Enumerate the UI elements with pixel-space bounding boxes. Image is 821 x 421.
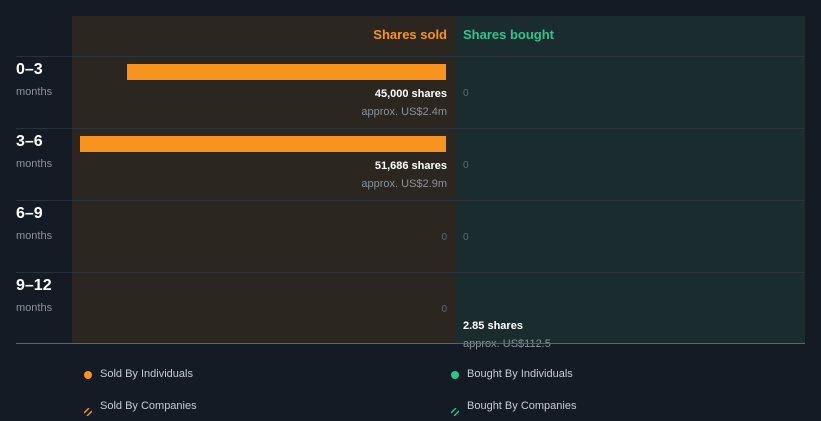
sold-zero-value: 0 bbox=[441, 304, 447, 315]
legend-dot-icon bbox=[451, 371, 459, 379]
legend-label: Bought By Individuals bbox=[467, 368, 573, 380]
period-label: 9–12 bbox=[16, 277, 52, 294]
shares-bought-header: Shares bought bbox=[463, 27, 555, 42]
period-unit: months bbox=[16, 158, 53, 170]
period-label: 3–6 bbox=[16, 133, 43, 150]
sold-bar bbox=[80, 136, 446, 152]
sold-bar bbox=[127, 64, 446, 80]
row-divider bbox=[16, 56, 805, 57]
period-label: 6–9 bbox=[16, 205, 43, 222]
bought-zero-value: 0 bbox=[463, 232, 469, 243]
bought-zero-value: 0 bbox=[463, 88, 469, 99]
row-divider bbox=[16, 272, 805, 273]
legend-label: Bought By Companies bbox=[467, 400, 577, 412]
shares-bought-panel bbox=[455, 16, 805, 343]
legend-hatch-icon bbox=[83, 403, 93, 417]
period-label: 0–3 bbox=[16, 61, 43, 78]
sold-approx-value: approx. US$2.9m bbox=[361, 178, 447, 190]
sold-value: 45,000 shares bbox=[374, 88, 447, 100]
bought-zero-value: 0 bbox=[463, 160, 469, 171]
bottom-axis-line bbox=[16, 343, 805, 344]
shares-sold-header: Shares sold bbox=[373, 27, 447, 42]
period-unit: months bbox=[16, 230, 53, 242]
sold-zero-value: 0 bbox=[441, 232, 447, 243]
bought-value: 2.85 shares bbox=[463, 320, 523, 332]
period-unit: months bbox=[16, 302, 53, 314]
legend-label: Sold By Companies bbox=[100, 400, 197, 412]
period-unit: months bbox=[16, 86, 53, 98]
bought-approx-value: approx. US$112.5 bbox=[463, 338, 551, 350]
sold-value: 51,686 shares bbox=[374, 160, 447, 172]
legend-hatch-icon bbox=[450, 403, 460, 417]
row-divider bbox=[16, 128, 805, 129]
legend-label: Sold By Individuals bbox=[100, 368, 193, 380]
row-divider bbox=[16, 200, 805, 201]
sold-approx-value: approx. US$2.4m bbox=[361, 106, 447, 118]
legend-dot-icon bbox=[84, 371, 92, 379]
